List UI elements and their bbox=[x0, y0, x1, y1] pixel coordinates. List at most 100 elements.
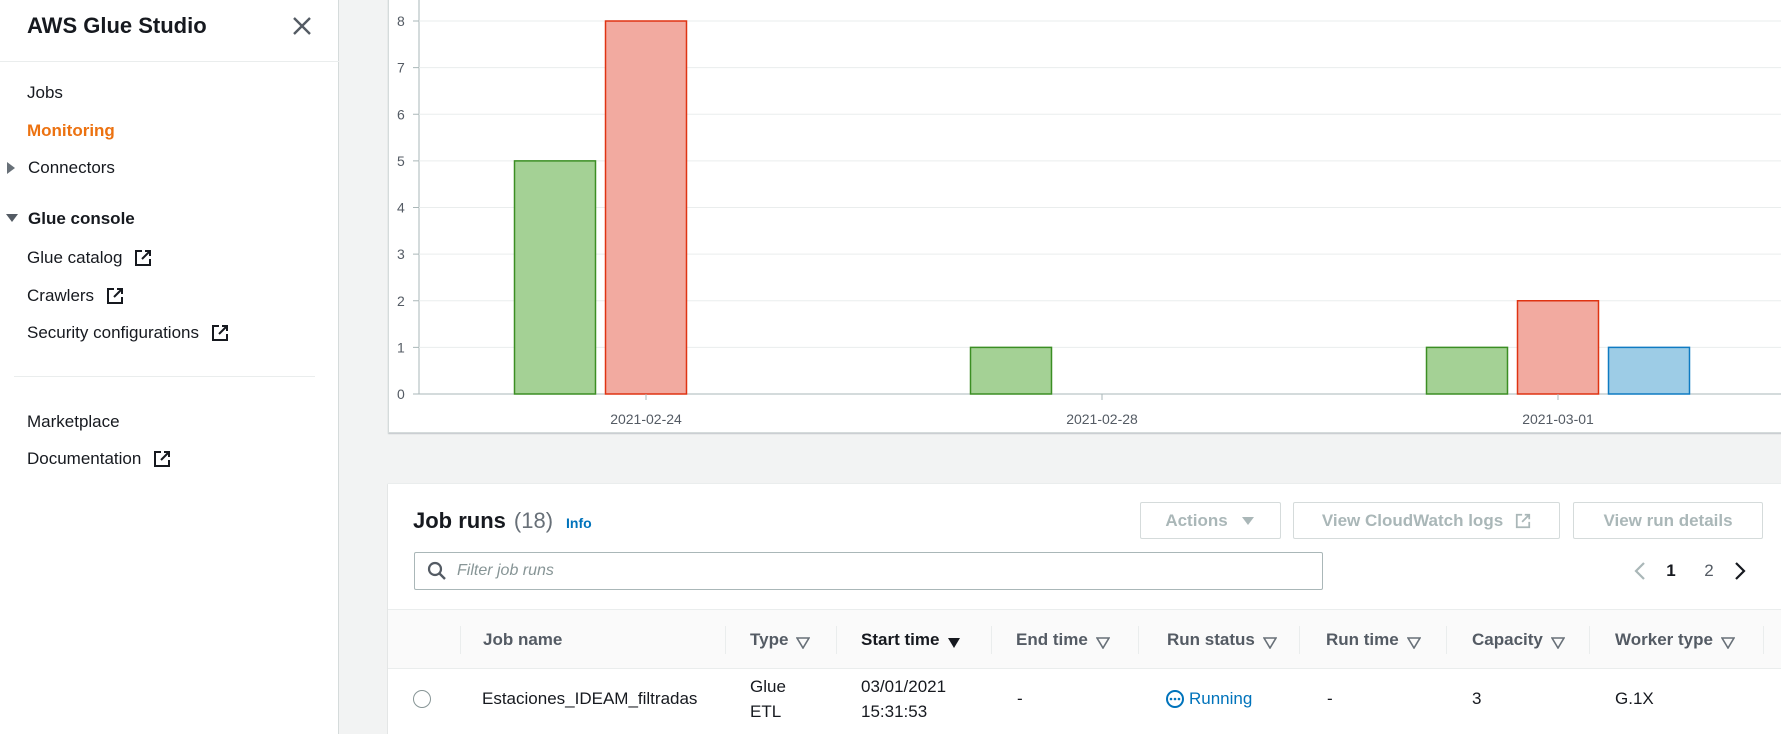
sort-descending-icon bbox=[947, 634, 961, 648]
bar-failed bbox=[1516, 300, 1600, 395]
y-tick-label: 8 bbox=[397, 13, 405, 29]
filter-job-runs[interactable] bbox=[414, 552, 1323, 590]
sidebar-item-crawlers[interactable]: Crawlers bbox=[27, 286, 124, 306]
caret-right-icon bbox=[4, 160, 24, 176]
sidebar-item-documentation[interactable]: Documentation bbox=[27, 449, 171, 469]
previous-page-icon[interactable] bbox=[1628, 556, 1652, 586]
caret-down-icon bbox=[4, 211, 24, 227]
x-tick-label: 2021-02-28 bbox=[1066, 411, 1138, 427]
external-link-icon bbox=[134, 249, 152, 267]
next-page-icon[interactable] bbox=[1728, 556, 1752, 586]
y-tick-label: 3 bbox=[397, 246, 405, 262]
column-capacity[interactable]: Capacity bbox=[1472, 610, 1566, 669]
sort-icon bbox=[1262, 634, 1278, 650]
y-tick-label: 0 bbox=[397, 386, 405, 402]
cell-type-line1: Glue bbox=[750, 677, 786, 696]
sidebar-section-glue-console[interactable]: Glue console bbox=[4, 209, 135, 229]
cell-run-status: Running bbox=[1165, 689, 1252, 709]
row-select-radio[interactable] bbox=[413, 690, 431, 708]
job-runs-header: Job runs (18) Info bbox=[413, 508, 592, 534]
run-details-button-label: View run details bbox=[1603, 510, 1733, 530]
column-separator bbox=[1763, 626, 1764, 654]
sidebar-item-label: Monitoring bbox=[27, 121, 115, 140]
in-progress-icon bbox=[1166, 690, 1184, 708]
page-1[interactable]: 1 bbox=[1652, 561, 1690, 581]
cell-start-date: 03/01/2021 bbox=[861, 677, 947, 696]
job-runs-count: (18) bbox=[513, 508, 554, 533]
external-link-icon bbox=[106, 287, 124, 305]
sidebar-item-label: Glue catalog bbox=[27, 248, 123, 267]
info-link[interactable]: Info bbox=[566, 515, 592, 531]
view-cloudwatch-logs-button[interactable]: View CloudWatch logs bbox=[1293, 502, 1560, 539]
cell-capacity: 3 bbox=[1472, 689, 1482, 708]
run-status-label: Running bbox=[1189, 689, 1253, 708]
cell-type-line2: ETL bbox=[750, 702, 782, 721]
job-runs-title: Job runs bbox=[413, 508, 506, 533]
sidebar-item-jobs[interactable]: Jobs bbox=[27, 83, 63, 103]
cell-worker-type: G.1X bbox=[1615, 689, 1654, 708]
column-label: Run status bbox=[1167, 629, 1255, 649]
cell-job-name[interactable]: Estaciones_IDEAM_filtradas bbox=[482, 687, 697, 711]
column-separator bbox=[1299, 626, 1300, 654]
sidebar-header: AWS Glue Studio bbox=[0, 0, 339, 62]
sort-icon bbox=[1720, 634, 1736, 650]
column-run-status[interactable]: Run status bbox=[1167, 610, 1278, 669]
y-tick-label: 5 bbox=[397, 153, 405, 169]
y-tick-label: 1 bbox=[397, 339, 405, 355]
external-link-icon bbox=[211, 324, 229, 342]
column-separator bbox=[836, 626, 837, 654]
column-separator bbox=[725, 626, 726, 654]
bar-success bbox=[1425, 346, 1509, 395]
y-tick-label: 2 bbox=[397, 293, 405, 309]
column-end-time[interactable]: End time bbox=[1016, 610, 1111, 669]
filter-job-runs-input[interactable] bbox=[457, 562, 1307, 580]
y-tick-label: 7 bbox=[397, 60, 405, 76]
column-label: Run time bbox=[1326, 629, 1399, 649]
column-start-time[interactable]: Start time bbox=[861, 610, 961, 669]
sidebar-item-monitoring[interactable]: Monitoring bbox=[27, 121, 115, 141]
job-runs-card: Job runs (18) Info Actions View CloudWat… bbox=[388, 483, 1781, 734]
sidebar-item-label: Crawlers bbox=[27, 286, 95, 305]
sort-icon bbox=[1550, 634, 1566, 650]
job-runs-bar-chart: 0 1 2 3 4 5 6 7 8 2021-02-24 2021-02-28 2021-03-01 bbox=[397, 0, 1781, 433]
table-header: Job name Type Start time End time Run st… bbox=[388, 609, 1781, 669]
bar-success bbox=[969, 346, 1053, 395]
cell-end-time: - bbox=[1017, 689, 1023, 708]
cell-run-time: - bbox=[1327, 689, 1333, 708]
column-worker-type[interactable]: Worker type bbox=[1615, 610, 1736, 669]
column-separator bbox=[1446, 626, 1447, 654]
sidebar-item-security-configurations[interactable]: Security configurations bbox=[27, 323, 229, 343]
column-job-name[interactable]: Job name bbox=[483, 610, 562, 669]
x-tick-label: 2021-02-24 bbox=[610, 411, 682, 427]
bar-success bbox=[513, 160, 597, 395]
sidebar-item-label: Security configurations bbox=[27, 323, 199, 342]
page-2[interactable]: 2 bbox=[1690, 561, 1728, 581]
sidebar-item-marketplace[interactable]: Marketplace bbox=[27, 412, 120, 432]
y-tick-label: 4 bbox=[397, 200, 405, 216]
column-label: Job name bbox=[483, 629, 563, 649]
column-type[interactable]: Type bbox=[750, 610, 811, 669]
column-label: Start time bbox=[861, 629, 940, 649]
column-run-time[interactable]: Run time bbox=[1326, 610, 1422, 669]
actions-button[interactable]: Actions bbox=[1140, 502, 1281, 539]
sort-icon bbox=[796, 634, 811, 650]
sidebar-item-label: Jobs bbox=[27, 83, 63, 102]
sidebar-item-connectors[interactable]: Connectors bbox=[4, 158, 115, 178]
view-run-details-button[interactable]: View run details bbox=[1573, 502, 1763, 539]
x-tick-label: 2021-03-01 bbox=[1522, 411, 1594, 427]
external-link-icon bbox=[1515, 513, 1531, 529]
close-icon[interactable] bbox=[288, 12, 316, 40]
sort-icon bbox=[1095, 634, 1111, 650]
search-icon bbox=[427, 561, 446, 580]
actions-button-label: Actions bbox=[1165, 510, 1228, 530]
pagination: 1 2 bbox=[1628, 556, 1752, 586]
sidebar-item-glue-catalog[interactable]: Glue catalog bbox=[27, 248, 152, 268]
sidebar-item-label: Marketplace bbox=[27, 412, 120, 431]
bar-failed bbox=[604, 20, 688, 395]
column-separator bbox=[1589, 626, 1590, 654]
column-label: Worker type bbox=[1615, 629, 1713, 649]
side-navigation: AWS Glue Studio Jobs Monitoring Connecto… bbox=[0, 0, 339, 734]
sidebar-title: AWS Glue Studio bbox=[27, 13, 207, 38]
y-tick-label: 6 bbox=[397, 106, 405, 122]
sort-icon bbox=[1406, 634, 1422, 650]
